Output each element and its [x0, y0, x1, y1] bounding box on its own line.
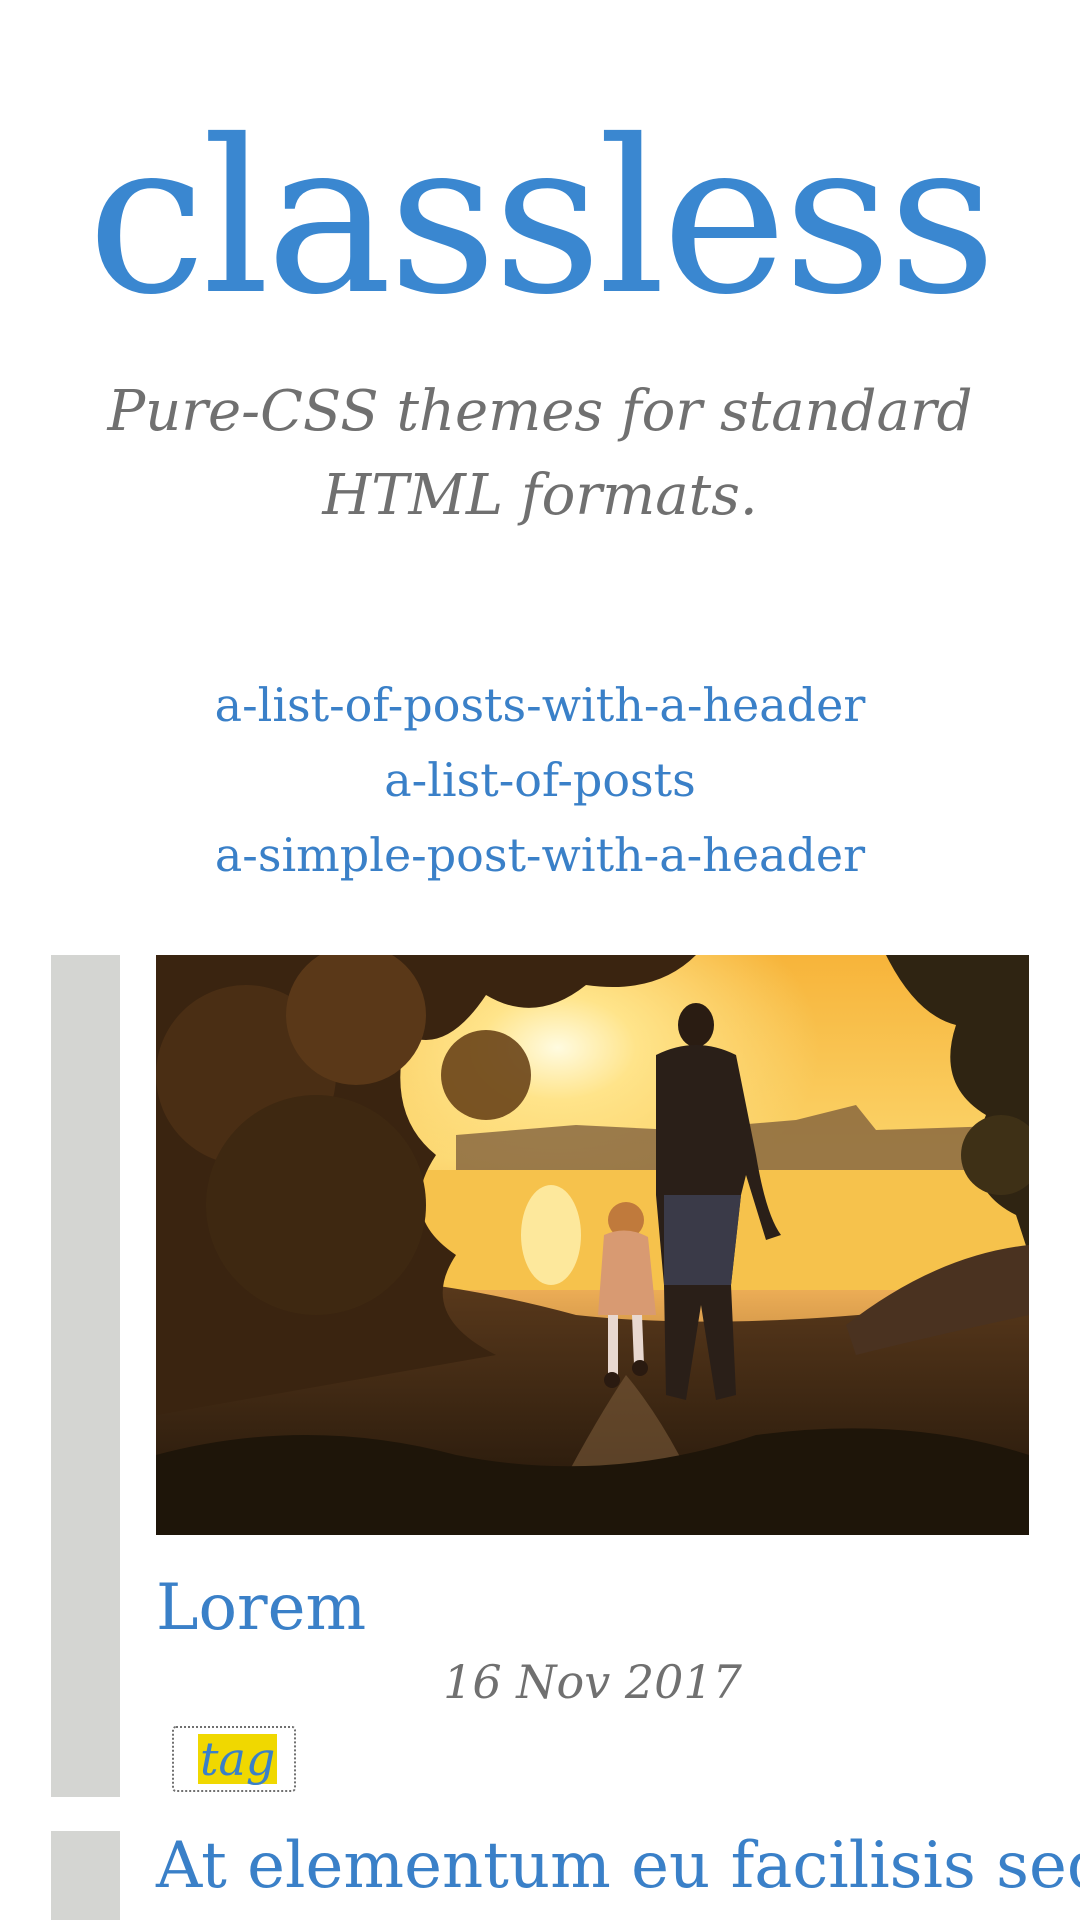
nav-list: a-list-of-posts-with-a-header a-list-of-…	[0, 668, 1080, 893]
nav-link-simple-post[interactable]: a-simple-post-with-a-header	[0, 818, 1080, 893]
post-side-bar	[51, 1831, 120, 1920]
post-side-bar	[51, 955, 120, 1797]
tag-chip[interactable]: tag	[172, 1726, 296, 1792]
tag-label: tag	[198, 1732, 278, 1786]
nav-link-posts[interactable]: a-list-of-posts	[0, 743, 1080, 818]
nav-link-posts-with-header[interactable]: a-list-of-posts-with-a-header	[0, 668, 1080, 743]
site-tagline: Pure-CSS themes for standard HTML format…	[107, 379, 973, 528]
post-image	[156, 955, 1029, 1535]
post-date: 16 Nov 2017	[443, 1655, 742, 1709]
post-title[interactable]: Lorem	[156, 1568, 366, 1648]
post-title[interactable]: At elementum eu facilisis sed	[156, 1826, 1080, 1906]
site-title: classless	[87, 94, 996, 341]
